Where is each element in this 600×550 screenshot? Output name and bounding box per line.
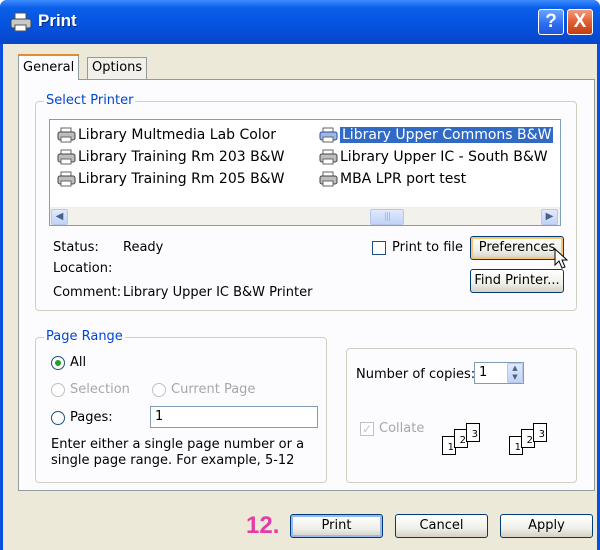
page-icon: 3 (533, 423, 547, 442)
select-printer-group: Select Printer Library Multmedia Lab Col… (35, 93, 577, 311)
printer-item[interactable]: Library Multmedia Lab Color (56, 125, 276, 145)
printer-name: Library Training Rm 203 B&W (78, 149, 285, 165)
cancel-button[interactable]: Cancel (395, 514, 488, 538)
mouse-cursor-icon (554, 248, 568, 269)
printer-item[interactable]: Library Upper IC - South B&W (318, 147, 548, 167)
printer-icon (319, 171, 338, 187)
find-printer-button[interactable]: Find Printer... (470, 269, 564, 293)
all-label: All (70, 355, 87, 370)
printer-icon (57, 149, 76, 165)
all-radio[interactable] (51, 356, 65, 370)
printer-item-selected[interactable]: Library Upper Commons B&W (318, 125, 554, 145)
printer-name: Library Multmedia Lab Color (78, 127, 277, 143)
status-label: Status: (53, 240, 99, 255)
copies-spinner[interactable]: ▲ ▼ (507, 363, 523, 383)
location-label: Location: (53, 261, 113, 276)
printer-icon (319, 149, 338, 165)
tab-options[interactable]: Options (87, 57, 148, 79)
close-button[interactable]: X (567, 9, 593, 35)
check-icon: ✓ (361, 422, 373, 436)
printer-item[interactable]: Library Training Rm 205 B&W (56, 169, 284, 189)
comment-value: Library Upper IC B&W Printer (123, 285, 313, 300)
printer-list[interactable]: Library Multmedia Lab Color Library Trai… (49, 119, 561, 226)
print-dialog: Print ? X General Options Select Printer… (0, 0, 600, 550)
horizontal-scrollbar[interactable]: ◀ ||| ▶ (50, 207, 560, 225)
general-tab-panel: Select Printer Library Multmedia Lab Col… (18, 79, 595, 491)
selection-label: Selection (70, 382, 130, 397)
print-button[interactable]: Print (290, 514, 383, 538)
preferences-button[interactable]: Preferences (470, 236, 564, 260)
printer-icon (10, 12, 32, 32)
printer-icon (57, 171, 76, 187)
selection-radio[interactable] (51, 383, 65, 397)
print-to-file-label: Print to file (392, 240, 464, 255)
scroll-thumb[interactable]: ||| (370, 209, 404, 225)
pages-label: Pages: (70, 410, 113, 425)
copies-label: Number of copies: (356, 367, 476, 382)
printer-icon (319, 127, 338, 143)
current-page-label: Current Page (171, 382, 256, 397)
apply-button[interactable]: Apply (500, 514, 593, 538)
printer-item[interactable]: Library Training Rm 203 B&W (56, 147, 284, 167)
printer-name: MBA LPR port test (340, 171, 467, 187)
printer-name: Library Upper Commons B&W (340, 127, 554, 143)
pages-radio[interactable] (51, 411, 65, 425)
print-to-file-checkbox[interactable] (372, 241, 386, 255)
printer-item[interactable]: MBA LPR port test (318, 169, 466, 189)
page-range-group: Page Range All Selection Current Page Pa… (35, 329, 327, 483)
select-printer-label: Select Printer (44, 93, 136, 108)
collate-illustration: 1 2 3 (442, 423, 497, 463)
status-value: Ready (123, 240, 164, 255)
collate-checkbox[interactable]: ✓ (360, 422, 374, 436)
printer-icon (57, 127, 76, 143)
dialog-body: General Options Select Printer Library M… (3, 44, 597, 550)
scroll-right-icon[interactable]: ▶ (541, 209, 558, 225)
title-bar[interactable]: Print ? X (0, 0, 600, 44)
tab-general[interactable]: General (18, 54, 80, 80)
step-12-annotation: 12. (246, 512, 280, 539)
collate-label: Collate (379, 421, 425, 436)
printer-name: Library Upper IC - South B&W (340, 149, 548, 165)
page-icon: 3 (466, 423, 480, 442)
pages-input[interactable]: 1 (150, 406, 318, 428)
scroll-left-icon[interactable]: ◀ (51, 209, 68, 225)
window-title: Print (38, 11, 77, 30)
printer-name: Library Training Rm 205 B&W (78, 171, 285, 187)
page-range-hint: Enter either a single page number or a s… (51, 437, 305, 468)
page-range-label: Page Range (44, 329, 125, 344)
copies-group: Number of copies: 1 ▲ ▼ ✓ Collate 1 2 3 1… (346, 348, 577, 483)
current-page-radio[interactable] (152, 383, 166, 397)
uncollate-illustration: 1 2 3 (509, 423, 564, 463)
comment-label: Comment: (53, 285, 122, 300)
help-button[interactable]: ? (538, 9, 564, 35)
